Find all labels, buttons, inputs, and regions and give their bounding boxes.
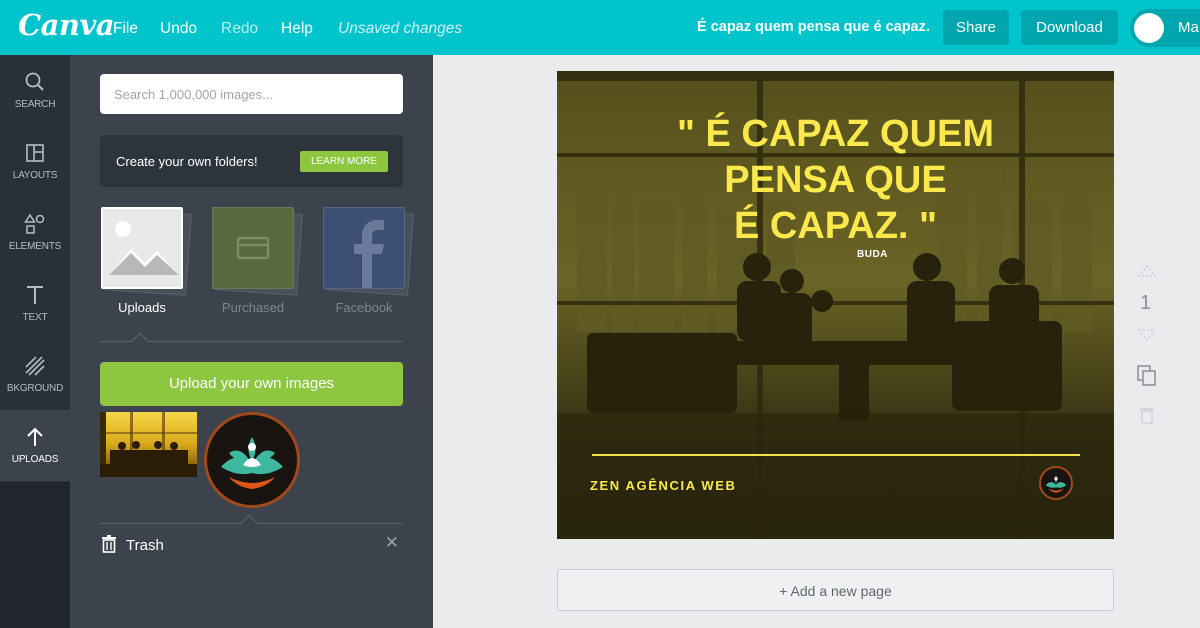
close-icon[interactable]: ✕ <box>385 533 399 553</box>
lotus-logo-icon <box>221 437 283 489</box>
document-title[interactable]: É capaz quem pensa que é capaz. <box>697 19 930 35</box>
elements-icon <box>24 213 45 234</box>
selected-caret <box>240 514 258 532</box>
brand-text[interactable]: ZEN AGÊNCIA WEB <box>590 478 737 493</box>
trash-row[interactable]: Trash ✕ <box>100 533 403 557</box>
meeting-photo-thumbnail <box>100 412 197 477</box>
background-icon <box>25 356 45 376</box>
sidebar-item-uploads[interactable]: UPLOADS <box>0 410 70 481</box>
credit-card-icon <box>236 236 270 260</box>
text-icon <box>27 286 43 304</box>
top-bar: Canva File Undo Redo Help Unsaved change… <box>0 0 1200 55</box>
tab-label: Facebook <box>335 300 393 315</box>
folders-promo-text: Create your own folders! <box>116 154 258 169</box>
facebook-logo-icon <box>354 220 384 288</box>
sidebar-item-label: TEXT <box>22 312 48 323</box>
menu-help[interactable]: Help <box>281 20 313 38</box>
sidebar-item-background[interactable]: BKGROUND <box>0 339 70 410</box>
menu-file[interactable]: File <box>113 20 138 38</box>
sidebar-item-label: SEARCH <box>14 99 56 110</box>
lotus-logo-icon <box>1045 475 1067 493</box>
page-number: 1 <box>1140 292 1152 314</box>
sidebar-item-layouts[interactable]: LAYOUTS <box>0 126 70 197</box>
image-placeholder-icon <box>109 221 179 275</box>
sidebar-item-search[interactable]: SEARCH <box>0 55 70 126</box>
search-icon <box>25 72 44 91</box>
facebook-thumbnail <box>323 207 405 289</box>
page-down-icon[interactable] <box>1133 324 1161 344</box>
uploads-panel: Create your own folders! LEARN MORE Uplo… <box>70 55 433 628</box>
account-menu[interactable]: Ma <box>1130 9 1200 47</box>
download-button[interactable]: Download <box>1021 10 1118 45</box>
quote-line: " É CAPAZ QUEM <box>676 113 995 155</box>
menu-undo[interactable]: Undo <box>160 20 197 38</box>
delete-page-icon[interactable] <box>1133 402 1161 430</box>
sidebar-item-label: BKGROUND <box>6 383 64 394</box>
sidebar-item-label: UPLOADS <box>11 454 59 465</box>
quote-line: PENSA QUE <box>724 159 947 201</box>
copy-page-icon[interactable] <box>1133 362 1161 390</box>
user-name: Ma <box>1178 19 1199 36</box>
purchased-thumbnail <box>212 207 294 289</box>
quote-text[interactable]: " É CAPAZ QUEM PENSA QUE É CAPAZ. " <box>557 111 1114 249</box>
trash-label: Trash <box>126 537 164 554</box>
uploads-thumbnail <box>101 207 183 289</box>
sidebar-item-elements[interactable]: ELEMENTS <box>0 197 70 268</box>
design-canvas[interactable]: " É CAPAZ QUEM PENSA QUE É CAPAZ. " BUDA… <box>557 71 1114 539</box>
uploaded-image-zen-logo[interactable] <box>204 412 300 508</box>
share-button[interactable]: Share <box>943 10 1009 45</box>
folders-promo: Create your own folders! LEARN MORE <box>100 135 403 187</box>
menu-redo[interactable]: Redo <box>221 20 258 38</box>
image-search-input[interactable] <box>100 74 403 114</box>
layouts-icon <box>26 144 44 162</box>
tab-label: Purchased <box>221 300 285 315</box>
active-tab-caret <box>131 332 149 350</box>
sidebar-item-label: ELEMENTS <box>8 241 62 252</box>
quote-line: É CAPAZ. " <box>733 205 938 247</box>
tab-label: Uploads <box>118 300 166 315</box>
uploaded-image-meeting[interactable] <box>100 412 197 477</box>
nav-footer <box>0 482 70 628</box>
decorative-line[interactable] <box>592 454 1080 456</box>
author-text[interactable]: BUDA <box>857 249 888 260</box>
trash-icon <box>102 535 116 553</box>
save-status: Unsaved changes <box>338 20 463 37</box>
canva-logo[interactable]: Canva <box>18 8 115 42</box>
upload-images-button[interactable]: Upload your own images <box>100 362 403 406</box>
brand-logo[interactable] <box>1039 466 1073 500</box>
upload-arrow-icon <box>27 427 43 446</box>
page-up-icon[interactable] <box>1133 262 1161 282</box>
sidebar-item-text[interactable]: TEXT <box>0 268 70 339</box>
add-page-button[interactable]: + Add a new page <box>557 569 1114 611</box>
sidebar-item-label: LAYOUTS <box>12 170 58 181</box>
learn-more-button[interactable]: LEARN MORE <box>300 151 388 172</box>
avatar <box>1134 13 1164 43</box>
